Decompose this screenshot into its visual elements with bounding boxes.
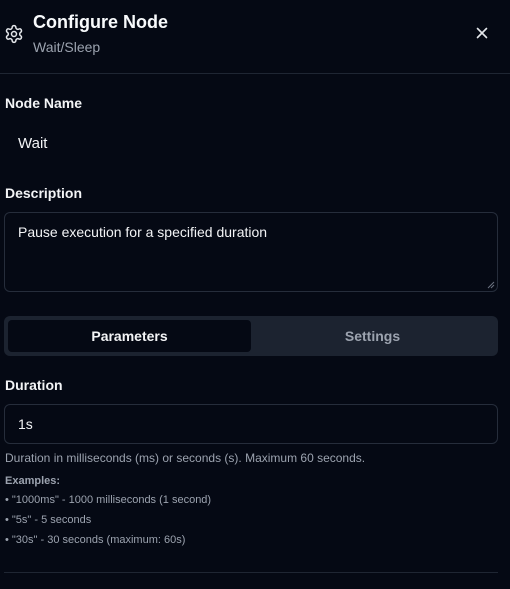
description-textarea[interactable]: Pause execution for a specified duration <box>4 212 498 292</box>
duration-help-text: Duration in milliseconds (ms) or seconds… <box>5 451 366 465</box>
section-divider <box>4 572 498 573</box>
example-item: • "30s" - 30 seconds (maximum: 60s) <box>5 534 186 546</box>
tab-parameters[interactable]: Parameters <box>8 320 251 352</box>
description-text: Pause execution for a specified duration <box>18 224 268 240</box>
example-item: • "5s" - 5 seconds <box>5 514 92 526</box>
tab-settings[interactable]: Settings <box>251 320 494 352</box>
example-item: • "1000ms" - 1000 milliseconds (1 second… <box>5 494 212 506</box>
node-name-input[interactable]: Wait <box>18 135 47 152</box>
panel-header: Configure Node Wait/Sleep <box>0 0 510 74</box>
gear-icon <box>5 24 23 44</box>
duration-label: Duration <box>5 377 63 393</box>
panel-title: Configure Node <box>33 12 168 32</box>
close-icon[interactable] <box>474 25 490 41</box>
node-type-subtitle: Wait/Sleep <box>33 39 101 55</box>
node-name-label: Node Name <box>5 95 83 111</box>
duration-input[interactable]: 1s <box>4 404 498 444</box>
resize-handle-icon[interactable] <box>487 281 495 289</box>
description-label: Description <box>5 185 83 201</box>
examples-title: Examples: <box>5 475 61 487</box>
duration-value: 1s <box>18 416 33 432</box>
tab-bar: Parameters Settings <box>4 316 498 356</box>
